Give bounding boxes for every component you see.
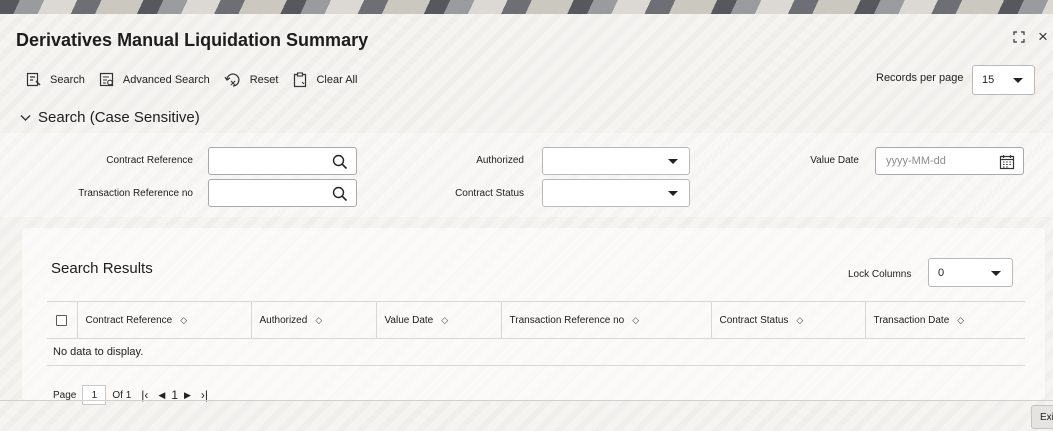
records-per-page-value: 15 bbox=[982, 74, 995, 86]
contract-reference-input[interactable] bbox=[208, 147, 357, 175]
transaction-reference-input[interactable] bbox=[208, 179, 357, 207]
page-title: Derivatives Manual Liquidation Summary bbox=[16, 30, 369, 50]
value-date-label: Value Date bbox=[810, 155, 859, 166]
advanced-search-icon bbox=[99, 72, 113, 87]
search-icon[interactable] bbox=[332, 186, 348, 202]
search-button[interactable]: Search bbox=[26, 72, 85, 88]
table-header-row: Contract Reference ◇ Authorized ◇ Value Da… bbox=[47, 301, 1025, 339]
sort-icon[interactable]: ◇ bbox=[796, 315, 803, 325]
clipboard-icon bbox=[294, 72, 307, 88]
column-header-transaction-date[interactable]: Transaction Date ◇ bbox=[864, 301, 1025, 339]
column-header-authorized[interactable]: Authorized ◇ bbox=[250, 301, 376, 339]
close-icon[interactable]: × bbox=[1038, 27, 1048, 47]
reset-button-label: Reset bbox=[249, 74, 279, 86]
clear-all-button[interactable]: Clear All bbox=[292, 72, 357, 88]
search-panel: Contract Reference Authorized Value Date… bbox=[0, 133, 1053, 217]
chevron-down-icon bbox=[668, 159, 678, 164]
select-all-cell bbox=[47, 301, 77, 339]
exit-button[interactable]: Exi bbox=[1031, 405, 1053, 429]
contract-status-select[interactable] bbox=[542, 179, 690, 207]
sort-icon[interactable]: ◇ bbox=[632, 315, 639, 325]
value-date-input[interactable]: yyyy-MM-dd bbox=[875, 147, 1024, 175]
sort-icon[interactable]: ◇ bbox=[441, 315, 448, 325]
column-header-value-date[interactable]: Value Date ◇ bbox=[375, 301, 501, 339]
clear-all-button-label: Clear All bbox=[316, 74, 358, 86]
maximize-icon[interactable] bbox=[1013, 30, 1025, 46]
sort-icon[interactable]: ◇ bbox=[180, 315, 187, 325]
authorized-select[interactable] bbox=[542, 147, 690, 175]
search-icon[interactable] bbox=[332, 154, 348, 170]
authorized-label: Authorized bbox=[476, 155, 524, 166]
lock-columns-label: Lock Columns bbox=[848, 269, 912, 280]
chevron-down-icon bbox=[991, 271, 1001, 276]
advanced-search-button-label: Advanced Search bbox=[122, 74, 210, 86]
chevron-down-icon bbox=[668, 191, 678, 196]
contract-reference-label: Contract Reference bbox=[106, 155, 193, 166]
search-results-panel: Search Results Lock Columns 0 Contract R… bbox=[22, 228, 1045, 405]
search-button-label: Search bbox=[50, 74, 85, 86]
sort-icon[interactable]: ◇ bbox=[315, 315, 322, 325]
page-number-input[interactable]: 1 bbox=[82, 385, 107, 405]
pagination: Page 1 Of 1 |‹ ◀ 1 ▶ ›| bbox=[53, 385, 208, 405]
results-table: Contract Reference ◇ Authorized ◇ Value Da… bbox=[47, 301, 1025, 366]
select-all-checkbox[interactable] bbox=[56, 314, 67, 326]
reset-button[interactable]: Reset bbox=[224, 72, 279, 88]
search-results-title: Search Results bbox=[51, 260, 153, 277]
footer-divider bbox=[0, 400, 1053, 401]
column-header-contract-status[interactable]: Contract Status ◇ bbox=[710, 301, 865, 339]
value-date-placeholder: yyyy-MM-dd bbox=[886, 155, 946, 167]
transaction-reference-label: Transaction Reference no bbox=[78, 188, 193, 199]
sort-icon[interactable]: ◇ bbox=[957, 315, 964, 325]
page-count-label: Of 1 bbox=[112, 389, 132, 401]
contract-status-label: Contract Status bbox=[455, 188, 524, 199]
reset-icon bbox=[224, 73, 240, 87]
lock-columns-value: 0 bbox=[938, 266, 945, 279]
records-per-page-label: Records per page bbox=[876, 72, 964, 84]
chevron-down-icon bbox=[20, 114, 31, 121]
previous-page-icon[interactable]: ◀ bbox=[158, 390, 165, 401]
summary-window: Derivatives Manual Liquidation Summary ×… bbox=[0, 14, 1053, 431]
lock-columns-select[interactable]: 0 bbox=[928, 258, 1013, 287]
empty-message: No data to display. bbox=[47, 338, 1025, 366]
records-per-page-select[interactable]: 15 bbox=[972, 65, 1035, 95]
chevron-down-icon bbox=[1013, 78, 1023, 83]
search-section-title: Search (Case Sensitive) bbox=[38, 109, 200, 126]
toolbar: Search Advanced Search Reset Clear All bbox=[26, 72, 371, 88]
column-header-contract-reference[interactable]: Contract Reference ◇ bbox=[76, 301, 251, 339]
calendar-icon[interactable] bbox=[999, 154, 1015, 170]
page-label: Page bbox=[53, 389, 77, 401]
advanced-search-button[interactable]: Advanced Search bbox=[99, 72, 210, 88]
table-row: No data to display. bbox=[47, 338, 1025, 366]
search-section-toggle[interactable]: Search (Case Sensitive) bbox=[20, 109, 200, 126]
column-header-transaction-reference[interactable]: Transaction Reference no ◇ bbox=[500, 301, 711, 339]
search-doc-icon bbox=[26, 72, 41, 87]
decorative-banner bbox=[0, 0, 1053, 14]
next-page-icon[interactable]: ▶ bbox=[184, 390, 191, 401]
